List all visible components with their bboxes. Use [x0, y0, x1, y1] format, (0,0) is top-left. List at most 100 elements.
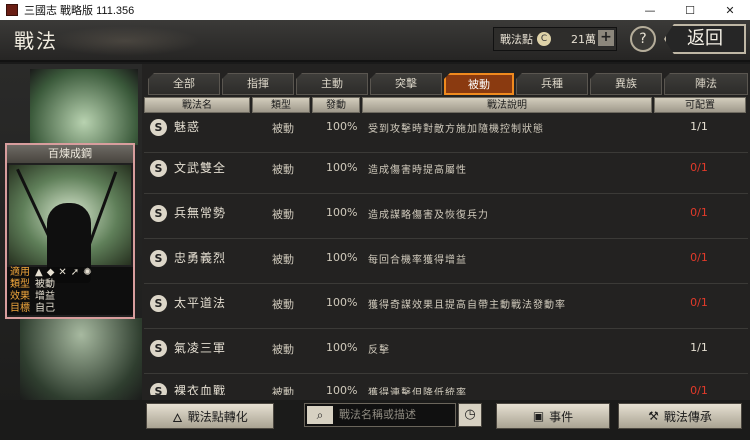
card-title: 百煉成鋼	[7, 145, 133, 163]
shield-icon: ◆	[46, 267, 55, 278]
prop-key: 效果	[10, 291, 30, 302]
tactic-desc: 反擊	[368, 345, 390, 356]
tactic-prob: 100%	[326, 251, 358, 264]
col-name: 戰法名	[144, 97, 250, 113]
cloud-decoration	[50, 26, 200, 56]
tab-all[interactable]: 全部	[148, 73, 220, 95]
tab-formation[interactable]: 陣法	[664, 73, 748, 95]
table-row[interactable]: S 兵無常勢 被動 100% 造成謀略傷害及恢復兵力 0/1	[144, 199, 748, 239]
table-row[interactable]: S 文武雙全 被動 100% 造成傷害時提高屬性 0/1	[144, 154, 748, 194]
coin-icon: C	[537, 32, 551, 46]
tactic-prob: 100%	[326, 296, 358, 309]
prop-value: 增益	[35, 291, 55, 302]
s-grade-icon: S	[150, 205, 167, 222]
tactic-name: 裸衣血戰	[174, 384, 227, 395]
inherit-button[interactable]: ⚒ 戰法傳承	[618, 403, 742, 429]
search-input[interactable]	[339, 406, 451, 424]
tactic-desc: 獲得奇謀效果且提高自帶主動戰法發動率	[368, 300, 566, 311]
table-row[interactable]: S 裸衣血戰 被動 100% 獲得連擊但降低統率 0/1	[144, 377, 748, 395]
tactic-card[interactable]: 百煉成鋼 適用 ▲ ◆ ✕ ➚ ✺ 類型 被動 效果 增益 目標 自己	[5, 143, 135, 319]
col-cfg: 可配置	[654, 97, 746, 113]
col-prob: 發動	[312, 97, 360, 113]
window-title: 三國志 戰略版 111.356	[24, 5, 135, 17]
table-row[interactable]: S 忠勇義烈 被動 100% 每回合機率獲得增益 0/1	[144, 244, 748, 284]
minimize-button[interactable]: —	[630, 0, 670, 20]
tab-command[interactable]: 指揮	[222, 73, 294, 95]
siege-icon: ✺	[83, 267, 92, 278]
back-button[interactable]: 返回	[664, 24, 746, 54]
tactic-prob: 100%	[326, 384, 358, 395]
help-button[interactable]: ?	[630, 26, 656, 52]
tactic-prob: 100%	[326, 206, 358, 219]
tactic-desc: 獲得連擊但降低統率	[368, 388, 467, 395]
tactic-type: 被動	[272, 298, 294, 311]
tab-troop[interactable]: 兵種	[516, 73, 588, 95]
prop-type: 類型 被動	[7, 279, 133, 291]
soldiers-art	[20, 318, 142, 402]
convert-label: 戰法點轉化	[187, 409, 248, 424]
tactic-name: 忠勇義烈	[174, 251, 227, 265]
col-desc: 戰法說明	[362, 97, 652, 113]
prop-value: 自己	[35, 303, 55, 314]
table-row[interactable]: S 太平道法 被動 100% 獲得奇謀效果且提高自帶主動戰法發動率 0/1	[144, 289, 748, 329]
bow-icon: ➚	[70, 267, 80, 278]
category-tabs: 全部 指揮 主動 突擊 被動 兵種 異族 陣法	[148, 73, 748, 95]
points-label: 戰法點	[500, 33, 533, 46]
banner-art	[30, 69, 138, 145]
tactic-list: S 魅惑 被動 100% 受到攻擊時對敵方施加隨機控制狀態 1/1 S 文武雙全…	[144, 113, 748, 395]
table-row[interactable]: S 氣凌三軍 被動 100% 反擊 1/1	[144, 334, 748, 374]
tactic-name: 魅惑	[174, 120, 201, 134]
tactic-name: 文武雙全	[174, 161, 227, 175]
tactic-type: 被動	[272, 163, 294, 176]
tactic-type: 被動	[272, 253, 294, 266]
events-label: 事件	[549, 409, 574, 424]
tab-assault[interactable]: 突擊	[370, 73, 442, 95]
tactic-cfg: 0/1	[690, 206, 708, 219]
hammer-icon: ⚒	[648, 409, 659, 423]
tactic-desc: 每回合機率獲得增益	[368, 255, 467, 266]
add-points-button[interactable]: +	[597, 29, 615, 47]
maximize-button[interactable]: ☐	[670, 0, 710, 20]
s-grade-icon: S	[150, 250, 167, 267]
col-type: 類型	[252, 97, 310, 113]
tab-passive[interactable]: 被動	[444, 73, 514, 95]
points-value: 21萬	[571, 33, 596, 46]
inherit-label: 戰法傳承	[663, 409, 712, 424]
tactic-name: 太平道法	[174, 296, 227, 310]
s-grade-icon: S	[150, 119, 167, 136]
clock-icon[interactable]: ◷	[458, 403, 482, 427]
flame-icon: 🜂	[172, 410, 183, 425]
page-title: 戰法	[14, 29, 58, 53]
tactic-cfg: 1/1	[690, 341, 708, 354]
tactic-name: 氣凌三軍	[174, 341, 227, 355]
close-button[interactable]: ✕	[710, 0, 750, 20]
tactic-cfg: 0/1	[690, 384, 708, 395]
tactic-type: 被動	[272, 208, 294, 221]
magnifier-icon[interactable]: ⌕	[307, 406, 333, 424]
tactic-cfg: 0/1	[690, 161, 708, 174]
tab-foreign[interactable]: 異族	[590, 73, 662, 95]
prop-value: 被動	[35, 279, 55, 290]
s-grade-icon: S	[150, 340, 167, 357]
tactic-type: 被動	[272, 122, 294, 135]
tactic-desc: 造成傷害時提高屬性	[368, 165, 467, 176]
tab-active[interactable]: 主動	[296, 73, 368, 95]
prop-applicable: 適用 ▲ ◆ ✕ ➚ ✺	[7, 267, 133, 279]
tactic-cfg: 0/1	[690, 251, 708, 264]
troop-type-icons: ▲ ◆ ✕ ➚ ✺	[35, 267, 92, 279]
convert-points-button[interactable]: 🜂 戰法點轉化	[146, 403, 274, 429]
prop-effect: 效果 增益	[7, 291, 133, 303]
window-titlebar: 三國志 戰略版 111.356 — ☐ ✕	[0, 0, 750, 20]
prop-target: 目標 自己	[7, 303, 133, 315]
tactic-cfg: 0/1	[690, 296, 708, 309]
events-button[interactable]: ▣ 事件	[496, 403, 610, 429]
card-art	[9, 165, 131, 283]
tactic-prob: 100%	[326, 161, 358, 174]
prop-key: 目標	[10, 303, 30, 314]
tactic-type: 被動	[272, 343, 294, 356]
tactic-desc: 造成謀略傷害及恢復兵力	[368, 210, 489, 221]
table-row[interactable]: S 魅惑 被動 100% 受到攻擊時對敵方施加隨機控制狀態 1/1	[144, 113, 748, 153]
table-header: 戰法名 類型 發動 戰法說明 可配置	[144, 97, 748, 113]
card-properties: 適用 ▲ ◆ ✕ ➚ ✺ 類型 被動 效果 增益 目標 自己	[7, 267, 133, 315]
search-box[interactable]: ⌕	[304, 403, 456, 427]
